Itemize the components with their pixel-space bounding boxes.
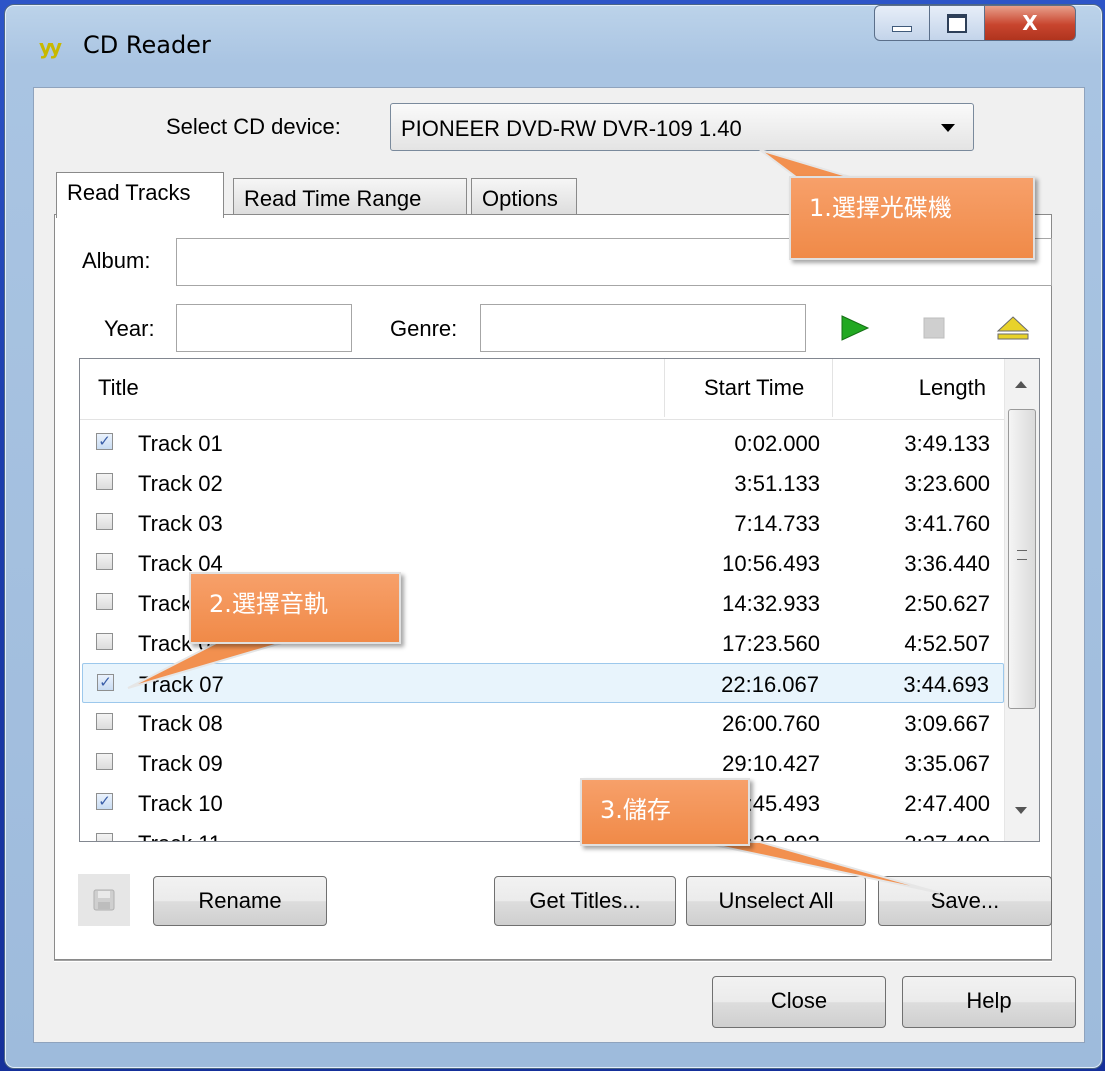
callout-pointers xyxy=(127,149,941,894)
callout-step-3: 3.儲存 xyxy=(580,778,750,846)
callout-step-2: 2.選擇音軌 xyxy=(189,572,401,644)
callout-step-1: 1.選擇光碟機 xyxy=(789,176,1035,260)
